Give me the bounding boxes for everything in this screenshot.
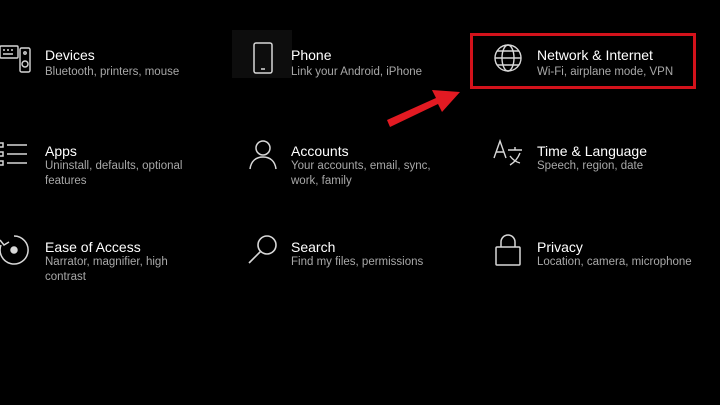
tile-devices[interactable]: Devices Bluetooth, printers, mouse <box>0 40 220 120</box>
person-icon <box>245 136 281 172</box>
ease-of-access-icon <box>0 232 32 268</box>
tile-title: Phone <box>291 47 332 63</box>
tile-accounts[interactable]: Accounts Your accounts, email, sync, wor… <box>245 136 455 216</box>
tile-title: Privacy <box>537 239 583 255</box>
tile-description: Location, camera, microphone <box>537 256 692 268</box>
tile-ease-of-access[interactable]: Ease of Access Narrator, magnifier, high… <box>0 232 220 312</box>
tile-title: Ease of Access <box>45 239 141 255</box>
tile-title: Apps <box>45 143 77 159</box>
tile-title: Devices <box>45 47 95 63</box>
tile-title: Time & Language <box>537 143 647 159</box>
tile-privacy[interactable]: Privacy Location, camera, microphone <box>490 232 692 312</box>
network-highlight-box <box>470 33 696 89</box>
phone-icon <box>245 40 281 76</box>
tile-description: Bluetooth, printers, mouse <box>45 66 180 78</box>
tile-description: Your accounts, email, sync, work, family <box>291 160 431 187</box>
red-arrow-annotation <box>387 90 460 127</box>
time-language-icon <box>490 136 526 172</box>
tile-description: Narrator, magnifier, high contrast <box>45 256 168 283</box>
tile-description: Find my files, permissions <box>291 256 424 268</box>
lock-icon <box>490 232 526 268</box>
tile-title: Accounts <box>291 143 349 159</box>
tile-title: Search <box>291 239 336 255</box>
tile-search[interactable]: Search Find my files, permissions <box>245 232 455 312</box>
keyboard-speaker-icon <box>0 40 34 76</box>
tile-apps[interactable]: Apps Uninstall, defaults, optional featu… <box>0 136 220 216</box>
tile-description: Speech, region, date <box>537 160 644 172</box>
apps-list-icon <box>0 136 32 172</box>
tile-time-language[interactable]: Time & Language Speech, region, date <box>490 136 690 216</box>
search-icon <box>245 232 281 268</box>
tile-description: Uninstall, defaults, optional features <box>45 160 183 187</box>
tile-description: Link your Android, iPhone <box>291 66 423 78</box>
